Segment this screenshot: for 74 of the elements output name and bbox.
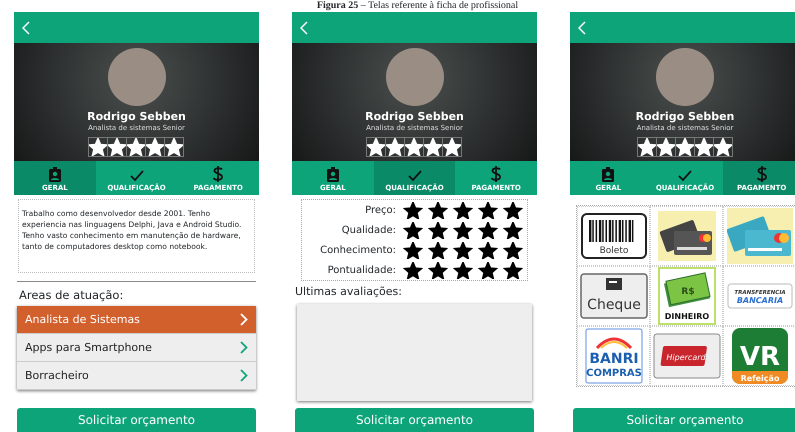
hipercard-logo: Hipercard: [652, 333, 720, 379]
section-label: Ultimas avaliações:: [295, 284, 403, 300]
filled-star-icon: [402, 222, 422, 238]
filled-star-icon: [452, 242, 472, 258]
chevron-icon: [240, 341, 248, 354]
profile-name: Rodrigo Sebben: [636, 110, 734, 123]
filled-star-icon: [424, 138, 442, 156]
list-item[interactable]: Analista de Sistemas: [17, 306, 256, 334]
filled-star-icon: [502, 202, 522, 218]
criterion-label: Pontualidade:: [326, 264, 397, 278]
filled-star-icon: [676, 138, 694, 156]
filled-star-icon: [478, 202, 498, 218]
filled-star-icon: [108, 138, 126, 156]
profile-name: Rodrigo Sebben: [365, 110, 464, 123]
filled-star-icon: [502, 262, 522, 278]
chevron-icon: [240, 369, 248, 382]
filled-star-icon: [146, 138, 164, 156]
filled-star-icon: [428, 262, 448, 278]
filled-star-icon: [386, 138, 404, 156]
filled-star-icon: [502, 242, 522, 258]
list-item[interactable]: Borracheiro: [17, 362, 256, 390]
request-quote-button[interactable]: Solicitar orçamento: [573, 408, 795, 432]
filled-star-icon: [478, 242, 498, 258]
filled-star-icon: [452, 222, 472, 238]
chevron-icon: [240, 313, 248, 326]
filled-star-icon: [402, 202, 422, 218]
checkmark-icon: [677, 168, 693, 182]
filled-star-icon: [502, 222, 522, 238]
filled-star-icon: [714, 138, 732, 156]
filled-star-icon: [165, 138, 183, 156]
list-item[interactable]: Apps para Smartphone: [17, 334, 256, 362]
filled-star-icon: [694, 138, 712, 156]
back-icon[interactable]: [22, 20, 30, 34]
criterion-label: Preço:: [364, 204, 397, 218]
filled-star-icon: [478, 262, 498, 278]
request-quote-button[interactable]: Solicitar orçamento: [295, 408, 534, 432]
filled-star-icon: [443, 138, 461, 156]
checkmark-icon: [128, 168, 144, 182]
id-badge-icon: [48, 166, 62, 182]
profile-name: Rodrigo Sebben: [87, 110, 186, 123]
filled-star-icon: [428, 202, 448, 218]
filled-star-icon: [656, 138, 674, 156]
filled-star-icon: [367, 138, 385, 156]
filled-star-icon: [428, 222, 448, 238]
filled-star-icon: [452, 262, 472, 278]
filled-star-icon: [478, 222, 498, 238]
banricompras-logo: BANRI COMPRAS: [584, 328, 642, 384]
dollar-icon: [756, 164, 768, 182]
figure-caption: Figura 25 – Telas referente à ficha de profissional: [316, 0, 520, 12]
checkmark-icon: [406, 168, 422, 182]
id-badge-icon: [326, 166, 340, 182]
dollar-icon: [490, 164, 502, 182]
cheque-icon: Cheque: [580, 273, 648, 319]
cash-icon: R$ DINHEIRO: [658, 267, 716, 325]
filled-star-icon: [428, 242, 448, 258]
payment-card-icon: [658, 211, 716, 261]
filled-star-icon: [638, 138, 656, 156]
filled-star-icon: [452, 202, 472, 218]
payment-card-icon: [726, 208, 792, 264]
dollar-icon: [212, 164, 224, 182]
section-label: Areas de atuação:: [17, 281, 256, 304]
criterion-label: Qualidade:: [340, 224, 397, 238]
back-icon[interactable]: [578, 20, 586, 34]
barcode-boleto-icon: Boleto: [580, 212, 646, 260]
filled-star-icon: [127, 138, 145, 156]
id-badge-icon: [601, 166, 616, 182]
filled-star-icon: [402, 262, 422, 278]
filled-star-icon: [89, 138, 107, 156]
back-icon[interactable]: [300, 20, 308, 34]
request-quote-button[interactable]: Solicitar orçamento: [17, 408, 256, 432]
vr-logo: VR Refeição: [730, 327, 788, 385]
filled-star-icon: [405, 138, 423, 156]
criterion-label: Conhecimento:: [319, 244, 397, 258]
filled-star-icon: [402, 242, 422, 258]
